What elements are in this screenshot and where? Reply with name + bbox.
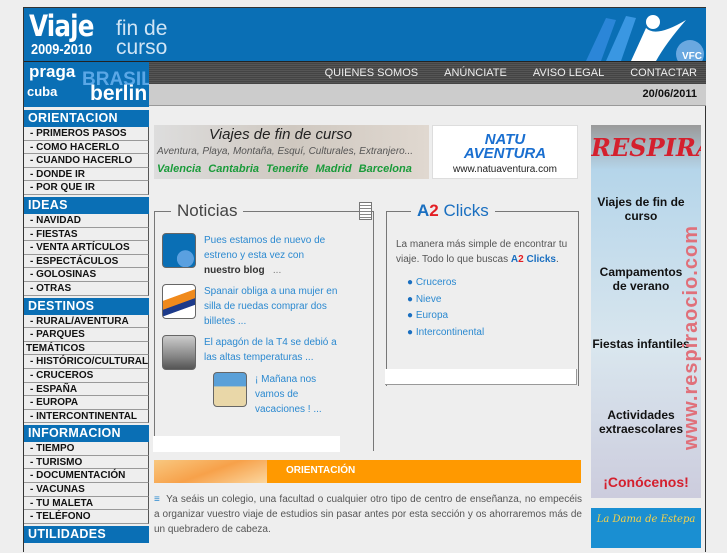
sidebar-item[interactable]: - DOCUMENTACIÓN — [24, 469, 149, 484]
respira-url: www.respiraocio.com — [680, 225, 701, 450]
natu-url: www.natuaventura.com — [453, 164, 557, 175]
ad-respira[interactable]: RESPIRA Viajes de fin de curso Campament… — [591, 125, 701, 498]
logo-berlin: berlin — [90, 82, 148, 105]
sidebar-item[interactable]: - FIESTAS — [24, 227, 149, 242]
logo-subtitle: fin de curso — [116, 18, 168, 59]
noticias-footer — [153, 436, 340, 452]
news-item[interactable]: El apagón de la T4 se debió a las altas … — [162, 335, 342, 370]
news-item[interactable]: Pues estamos de nuevo de estreno y esta … — [162, 233, 332, 278]
sidebar-item[interactable]: TEMÁTICOS — [24, 341, 149, 356]
svg-text:VFC: VFC — [682, 51, 702, 61]
a2clicks-link[interactable]: ● Intercontinental — [407, 325, 484, 342]
sidebar-item[interactable]: - TELÉFONO — [24, 510, 149, 524]
nav-contactar[interactable]: CONTACTAR — [630, 67, 697, 79]
ad-dama-de-estepa[interactable]: La Dama de Estepa — [591, 508, 701, 548]
logo-praga: praga — [29, 62, 76, 81]
noticias-box: Noticias Pues estamos de nuevo de estren… — [153, 201, 374, 452]
a2clicks-link[interactable]: ● Europa — [407, 308, 484, 325]
noticias-title: Noticias — [171, 201, 244, 221]
a2clicks-footer — [385, 369, 577, 385]
page: Viaje 2009-2010 fin de curso VFC praga BR… — [23, 7, 706, 552]
sidebar-item[interactable]: - EUROPA — [24, 396, 149, 410]
banner-title: Viajes de fin de curso — [209, 126, 353, 143]
top-nav: QUIENES SOMOS ANÚNCIATE AVISO LEGAL CONT… — [149, 61, 706, 84]
logo-years: 2009-2010 — [31, 41, 92, 58]
natu-name: NATU AVENTURA — [463, 131, 547, 162]
sidebar-item[interactable]: - OTRAS — [24, 281, 149, 296]
sidebar-item[interactable]: - GOLOSINAS — [24, 268, 149, 282]
banner-cities: Valencia Cantabria Tenerife Madrid Barce… — [157, 163, 412, 175]
sidebar-item[interactable]: - COMO HACERLO — [24, 140, 149, 155]
list-bullet-icon: ≡ — [154, 494, 160, 505]
sidebar-item[interactable]: - ESPECTÁCULOS — [24, 254, 149, 269]
respira-line: Actividades extraescolares — [598, 408, 684, 436]
sidebar-item[interactable]: - RURAL/AVENTURA — [24, 314, 149, 329]
date: 20/06/2011 — [149, 84, 706, 106]
main-content: Viajes de fin de curso Aventura, Playa, … — [149, 108, 586, 553]
document-icon — [359, 202, 372, 220]
destinations-logo: praga BRASIL cuba berlin — [24, 61, 149, 107]
sidebar-section-title: INFORMACION — [24, 425, 149, 443]
nav-quienes-somos[interactable]: QUIENES SOMOS — [325, 67, 419, 79]
sidebar-item[interactable]: - TIEMPO — [24, 442, 149, 456]
sidebar-item[interactable]: - VACUNAS — [24, 483, 149, 497]
beach-thumbnail-icon — [213, 372, 247, 407]
sidebar-item[interactable]: - POR QUE IR — [24, 181, 149, 195]
banner-subtitle: Aventura, Playa, Montaña, Esquí, Cultura… — [157, 146, 414, 157]
a2clicks-box: A2 Clicks La manera más simple de encont… — [385, 201, 579, 386]
logo-sub2: curso — [116, 36, 168, 59]
sidebar-item[interactable]: - DONDE IR — [24, 167, 149, 182]
a2clicks-links: ● Cruceros ● Nieve ● Europa ● Intercontinen… — [407, 275, 484, 341]
sidebar-item[interactable]: - NAVIDAD — [24, 213, 149, 228]
bullet-icon: ● — [407, 277, 414, 288]
bullet-icon: ● — [407, 293, 414, 305]
spanair-thumbnail-icon — [162, 284, 196, 319]
respira-line: Viajes de fin de curso — [597, 195, 685, 223]
airport-thumbnail-icon — [162, 335, 196, 370]
sidebar-item[interactable]: - TU MALETA — [24, 496, 149, 511]
header: Viaje 2009-2010 fin de curso VFC — [24, 8, 706, 61]
a2clicks-link[interactable]: ● Nieve — [407, 292, 484, 309]
bullet-icon: ● — [407, 310, 414, 321]
right-ads: RESPIRA Viajes de fin de curso Campament… — [591, 125, 701, 548]
sidebar-item[interactable]: - ESPAÑA — [24, 382, 149, 397]
orientacion-header[interactable]: ORIENTACIÓN — [154, 460, 581, 483]
sidebar-item[interactable]: - VENTA ARTÍCULOS — [24, 241, 149, 255]
sidebar-item[interactable]: - INTERCONTINENTAL — [24, 409, 149, 424]
sidebar-item[interactable]: - CUANDO HACERLO — [24, 154, 149, 168]
respira-cta: ¡Conócenos! — [603, 474, 689, 490]
sidebar-item[interactable]: - PARQUES — [24, 328, 149, 342]
vfc-thumbnail-icon — [162, 233, 196, 268]
sidebar: ORIENTACION - PRIMEROS PASOS - COMO HACERL… — [24, 108, 149, 543]
bullet-icon: ● — [407, 326, 414, 338]
sidebar-item[interactable]: - HISTÓRICO/CULTURAL — [24, 355, 149, 369]
compass-star-icon — [154, 460, 267, 483]
respira-line: Fiestas infantiles — [592, 337, 690, 351]
sidebar-section-title: IDEAS — [24, 196, 149, 214]
news-item[interactable]: Spanair obliga a una mujer en silla de r… — [162, 284, 342, 329]
respira-line: Campamentos de verano — [599, 265, 683, 293]
a2clicks-link[interactable]: ● Cruceros — [407, 275, 484, 292]
sidebar-item[interactable]: - TURISMO — [24, 455, 149, 470]
sidebar-section-title: DESTINOS — [24, 297, 149, 315]
a2clicks-title: A2 Clicks — [411, 201, 495, 221]
logo-title[interactable]: Viaje — [29, 9, 95, 43]
vfc-brand-icon: VFC — [586, 15, 704, 61]
sidebar-section-title: UTILIDADES — [24, 525, 149, 543]
orientacion-title: ORIENTACIÓN — [286, 465, 356, 476]
a2clicks-description: La manera más simple de encontrar tu via… — [396, 239, 568, 265]
ad-natuaventura[interactable]: NATU AVENTURA www.natuaventura.com — [432, 125, 578, 179]
orientacion-text: ≡ Ya seáis un colegio, una facultad o cu… — [154, 494, 582, 535]
sidebar-section-title: ORIENTACION — [24, 110, 149, 127]
respira-logo: RESPIRA — [591, 133, 701, 162]
nav-aviso-legal[interactable]: AVISO LEGAL — [533, 67, 604, 79]
news-item[interactable]: ¡ Mañana nos vamos de vacaciones ! ... — [213, 372, 323, 417]
sidebar-item[interactable]: - PRIMEROS PASOS — [24, 127, 149, 141]
logo-cuba: cuba — [27, 84, 58, 99]
ad-banner-viajes[interactable]: Viajes de fin de curso Aventura, Playa, … — [154, 125, 429, 179]
nav-anunciate[interactable]: ANÚNCIATE — [444, 67, 507, 79]
sidebar-item[interactable]: - CRUCEROS — [24, 368, 149, 383]
